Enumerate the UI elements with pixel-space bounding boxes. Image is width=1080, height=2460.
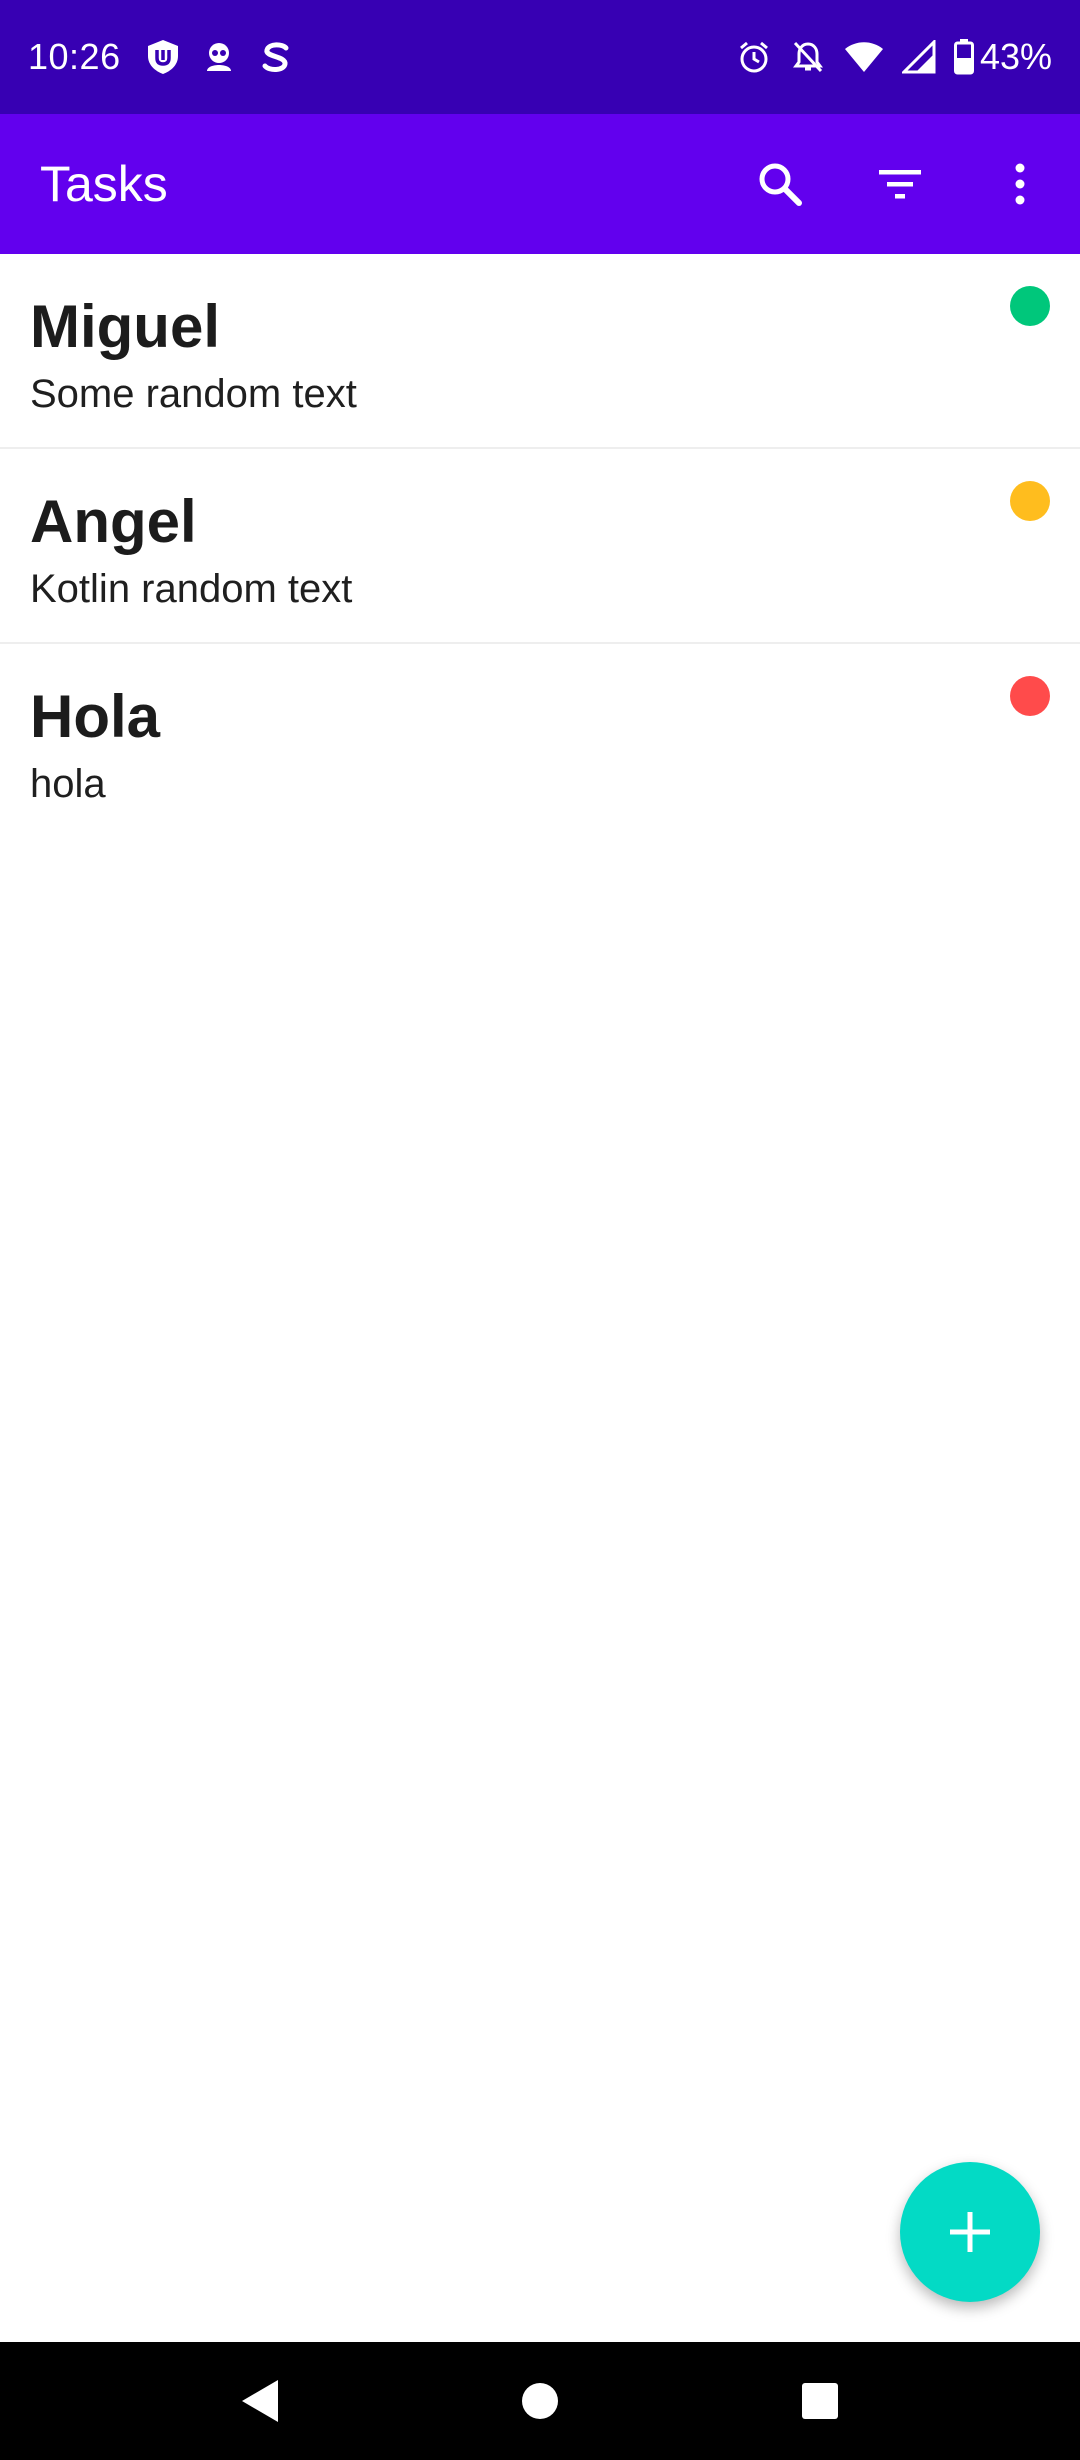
priority-indicator xyxy=(1010,481,1050,521)
shield-icon xyxy=(145,38,181,76)
alarm-icon xyxy=(736,39,772,75)
s-logo-icon xyxy=(257,38,295,76)
task-description: hola xyxy=(30,762,106,806)
home-icon xyxy=(522,2383,558,2419)
task-title: Angel xyxy=(30,488,197,555)
plus-icon xyxy=(950,2212,990,2252)
status-bar-right: 43% xyxy=(718,36,1052,78)
recents-button[interactable] xyxy=(760,2342,880,2460)
battery-icon xyxy=(953,39,974,75)
battery-percentage: 43% xyxy=(979,36,1052,77)
task-description: Kotlin random text xyxy=(30,567,353,611)
search-icon xyxy=(759,163,802,206)
filter-button[interactable] xyxy=(840,114,960,254)
task-list: Miguel Some random text Angel Kotlin ran… xyxy=(0,254,1080,839)
list-item[interactable]: Hola hola xyxy=(0,644,1080,839)
back-button[interactable] xyxy=(200,2342,320,2460)
more-options-button[interactable] xyxy=(960,114,1080,254)
app-bar: Tasks xyxy=(0,114,1080,254)
incognito-icon xyxy=(201,39,237,75)
navigation-bar xyxy=(0,2342,1080,2460)
app-root: 10:26 43% Tasks Miguel Some random text … xyxy=(0,0,1080,2460)
search-button[interactable] xyxy=(720,114,840,254)
task-title: Miguel xyxy=(30,293,220,360)
list-item[interactable]: Angel Kotlin random text xyxy=(0,449,1080,644)
status-bar-left: 10:26 xyxy=(28,36,315,78)
list-item[interactable]: Miguel Some random text xyxy=(0,254,1080,449)
status-bar: 10:26 43% xyxy=(0,0,1080,114)
priority-indicator xyxy=(1010,676,1050,716)
wifi-icon xyxy=(844,40,884,74)
signal-icon xyxy=(901,40,936,74)
status-time: 10:26 xyxy=(28,36,121,77)
recents-icon xyxy=(802,2383,838,2419)
app-bar-actions xyxy=(720,114,1080,254)
page-title: Tasks xyxy=(40,156,168,212)
bell-off-icon xyxy=(790,39,826,75)
add-task-button[interactable] xyxy=(900,2162,1040,2302)
filter-icon xyxy=(879,170,921,199)
priority-indicator xyxy=(1010,286,1050,326)
task-title: Hola xyxy=(30,683,161,750)
home-button[interactable] xyxy=(480,2342,600,2460)
back-icon xyxy=(242,2380,278,2422)
task-description: Some random text xyxy=(30,372,357,416)
more-vert-icon xyxy=(1015,163,1025,205)
